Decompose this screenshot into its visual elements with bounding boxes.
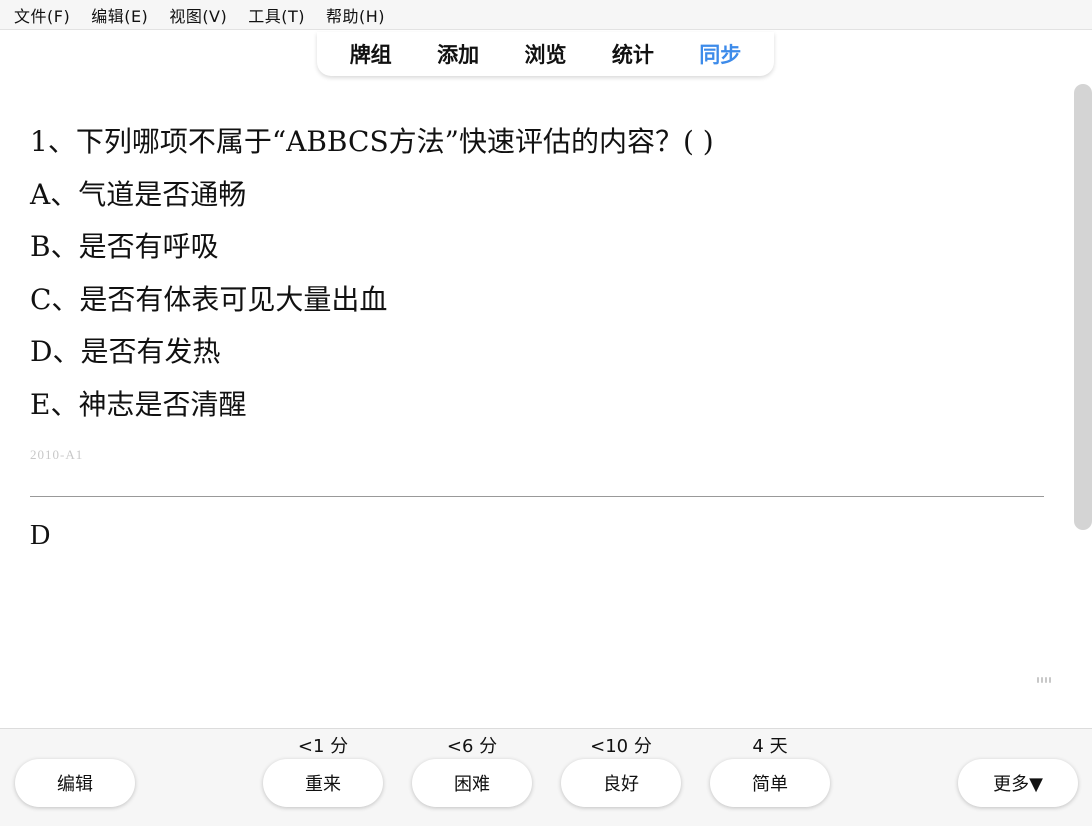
tab-add[interactable]: 添加 — [437, 39, 479, 69]
menu-view[interactable]: 视图(V) — [169, 3, 227, 27]
answer-divider — [30, 496, 1044, 497]
edit-button[interactable]: 编辑 — [15, 759, 135, 807]
menu-file[interactable]: 文件(F) — [14, 3, 70, 27]
hard-button[interactable]: 困难 — [412, 759, 532, 807]
answer-text: D — [30, 520, 51, 551]
tab-browse[interactable]: 浏览 — [524, 39, 566, 69]
menu-help[interactable]: 帮助(H) — [326, 3, 385, 27]
good-button[interactable]: 良好 — [561, 759, 681, 807]
card-tag: 2010-A1 — [30, 447, 84, 462]
option-c: C、是否有体表可见大量出血 — [30, 283, 388, 316]
easy-button[interactable]: 简单 — [710, 759, 830, 807]
option-e: E、神志是否清醒 — [30, 388, 247, 421]
again-button[interactable]: 重来 — [263, 759, 383, 807]
menu-tools[interactable]: 工具(T) — [248, 3, 305, 27]
option-d: D、是否有发热 — [30, 335, 221, 368]
resize-grip-icon[interactable] — [1037, 677, 1051, 683]
menu-bar: 文件(F) 编辑(E) 视图(V) 工具(T) 帮助(H) — [0, 0, 1092, 30]
interval-again: <1 分 — [297, 736, 349, 757]
tab-sync[interactable]: 同步 — [699, 39, 741, 69]
top-nav: 牌组 添加 浏览 统计 同步 — [317, 32, 774, 76]
question-text: 1、下列哪项不属于“ABBCS方法”快速评估的内容？( ) — [30, 125, 714, 158]
card-content: 1、下列哪项不属于“ABBCS方法”快速评估的内容？( ) A、气道是否通畅 B… — [0, 84, 1072, 726]
tab-stats[interactable]: 统计 — [612, 39, 654, 69]
option-a: A、气道是否通畅 — [30, 178, 247, 211]
interval-hard: <6 分 — [446, 736, 498, 757]
more-button[interactable]: 更多▼ — [958, 759, 1078, 807]
interval-easy: 4 天 — [752, 736, 788, 757]
option-b: B、是否有呼吸 — [30, 230, 219, 263]
menu-edit[interactable]: 编辑(E) — [91, 3, 148, 27]
answer-bar: 编辑 <1 分 重来 <6 分 困难 <10 分 良好 4 天 简单 更多▼ — [0, 728, 1092, 826]
interval-good: <10 分 — [590, 736, 652, 757]
vertical-scrollbar[interactable] — [1074, 84, 1092, 530]
tab-decks[interactable]: 牌组 — [350, 39, 392, 69]
